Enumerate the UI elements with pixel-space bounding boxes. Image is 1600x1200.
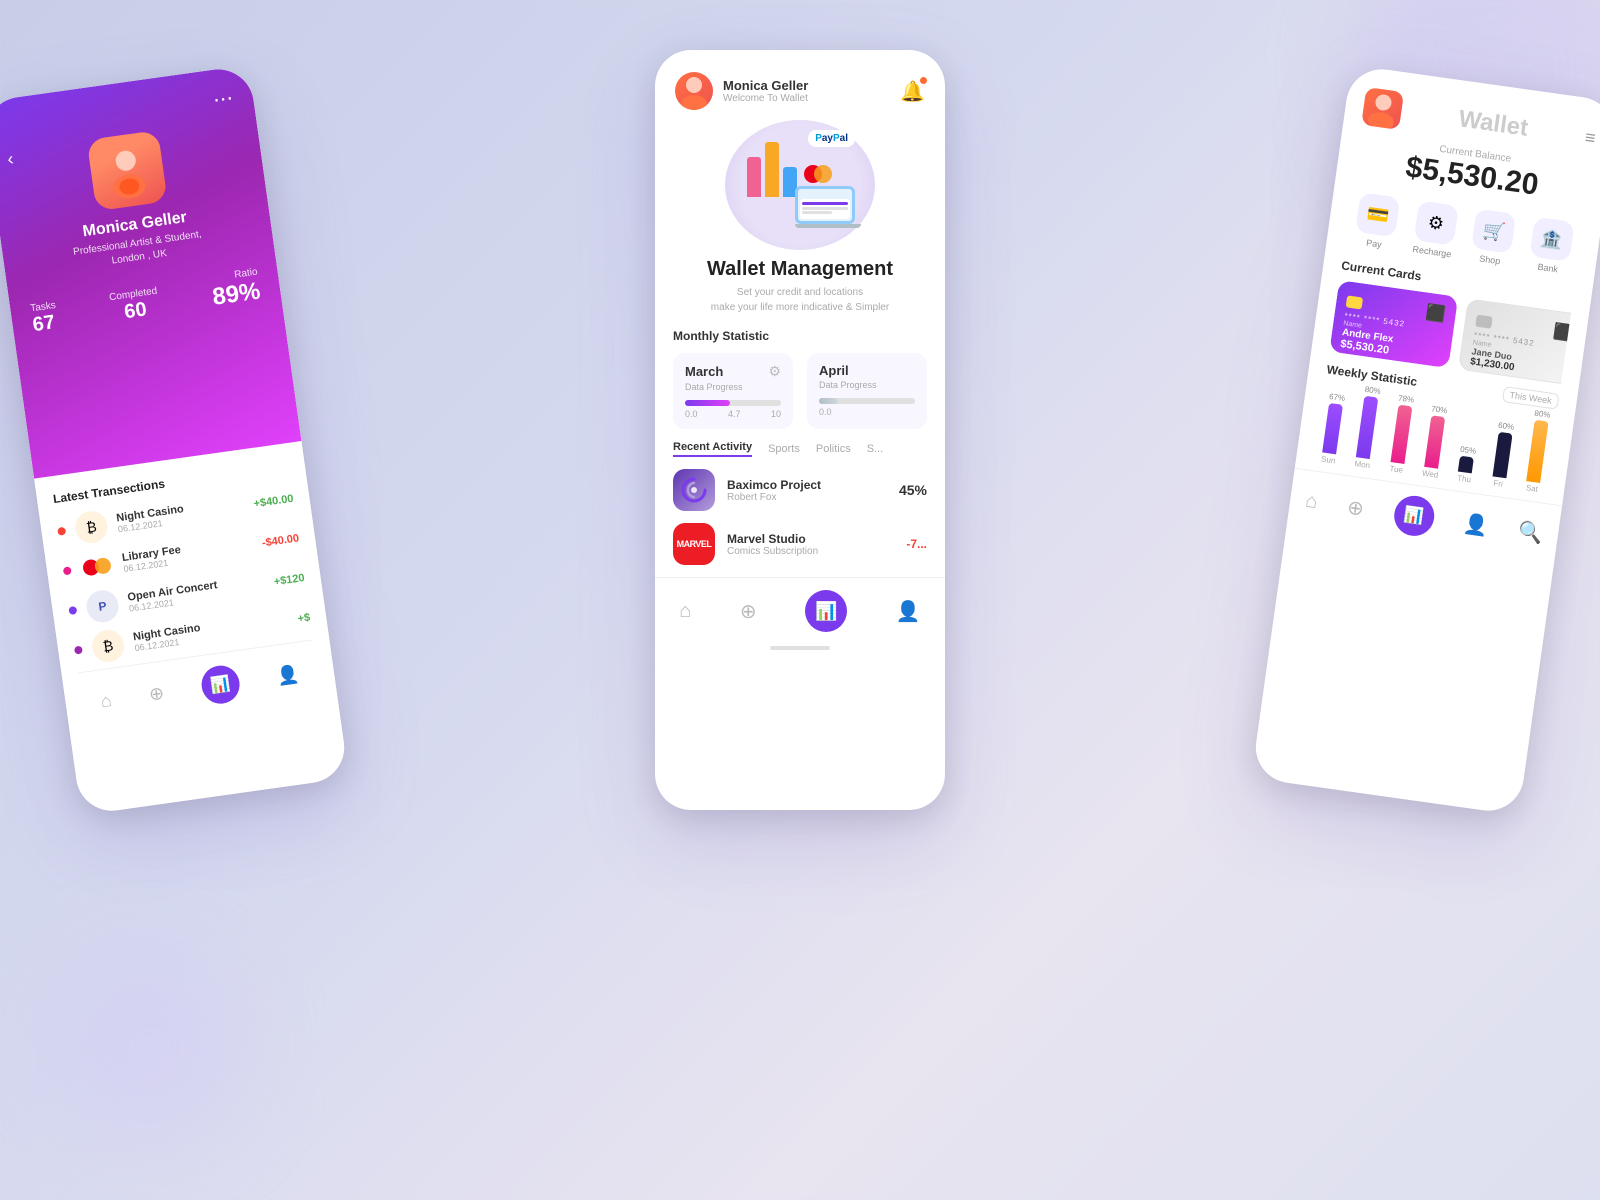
back-icon[interactable]: ‹ <box>6 148 15 170</box>
bg-blob-2 <box>50 950 250 1150</box>
user-nav-icon[interactable]: 👤 <box>1462 510 1490 538</box>
action-recharge[interactable]: ⚙ Recharge <box>1411 200 1458 259</box>
tab-more[interactable]: S... <box>867 443 884 455</box>
options-icon[interactable]: ⋯ <box>211 85 236 113</box>
wallet-illustration: PayPal <box>725 120 875 250</box>
tasks-value: 67 <box>31 311 60 337</box>
search-nav-icon[interactable]: 🔍 <box>1516 518 1544 546</box>
timeline-dot <box>63 566 72 575</box>
home-nav-icon[interactable]: ⌂ <box>679 600 691 623</box>
avatar <box>86 130 167 211</box>
right-phone: Wallet ≡ Current Balance $5,530.20 💳 Pay… <box>1251 65 1600 816</box>
scroll-indicator <box>770 646 830 650</box>
action-shop[interactable]: 🛒 Shop <box>1469 209 1516 268</box>
chart-nav-icon[interactable]: 📊 <box>199 663 242 706</box>
left-phone-header: ⋯ ‹ Monica Geller Professional Artist & … <box>0 65 301 479</box>
tx-icon: ₿ <box>73 509 109 545</box>
home-nav-icon[interactable]: ⌂ <box>1304 489 1319 513</box>
center-phone: Monica Geller Welcome To Wallet 🔔 PayPal <box>655 50 945 810</box>
recent-section: Recent Activity Sports Politics S... Bax… <box>655 429 945 565</box>
bar-sat: 80% Sat <box>1517 408 1557 495</box>
month-card-april: April Data Progress 0.0 <box>807 353 927 429</box>
bar-fri: 60% Fri <box>1483 420 1520 490</box>
settings-icon[interactable]: ⚙ <box>768 363 781 380</box>
activity-amount: 45% <box>899 482 927 498</box>
monthly-label: Monthly Statistic <box>673 329 927 343</box>
right-avatar <box>1361 87 1404 130</box>
wallet-subtitle: Set your credit and locations make your … <box>655 285 945 315</box>
marvel-icon: MARVEL <box>673 523 715 565</box>
weekly-filter[interactable]: This Week <box>1502 386 1560 410</box>
center-user-name: Monica Geller <box>723 78 808 93</box>
bar-thu: 05% Thu <box>1450 444 1483 486</box>
center-header: Monica Geller Welcome To Wallet 🔔 <box>655 50 945 120</box>
center-user-subtitle: Welcome To Wallet <box>723 93 808 104</box>
left-phone: ⋯ ‹ Monica Geller Professional Artist & … <box>0 65 349 816</box>
timeline-dot <box>74 646 83 655</box>
transactions-section: Latest Transections ₿ Night Casino 06.12… <box>34 441 349 815</box>
globe-nav-icon[interactable]: ⊕ <box>148 682 166 705</box>
list-item: Baximco Project Robert Fox 45% <box>673 469 927 511</box>
baximco-icon <box>673 469 715 511</box>
timeline-dot <box>68 606 77 615</box>
user-nav-icon[interactable]: 👤 <box>275 663 300 687</box>
center-bottom-nav: ⌂ ⊕ 📊 👤 <box>655 577 945 642</box>
bell-icon[interactable]: 🔔 <box>900 79 925 104</box>
bar-sun: 67% Sun <box>1314 391 1352 466</box>
action-pay[interactable]: 💳 Pay <box>1353 192 1400 251</box>
wallet-title: Wallet Management <box>655 258 945 281</box>
tab-politics[interactable]: Politics <box>816 443 851 455</box>
action-bank[interactable]: 🏦 Bank <box>1527 217 1574 276</box>
timeline-dot <box>57 527 66 536</box>
chart-nav-icon[interactable]: 📊 <box>1391 493 1436 538</box>
tx-icon: P <box>84 588 120 624</box>
transaction-list: ₿ Night Casino 06.12.2021 +$40.00 Libra <box>56 483 313 667</box>
activity-amount: -7... <box>906 537 927 551</box>
wallet-label: Wallet <box>1457 105 1530 142</box>
globe-nav-icon[interactable]: ⊕ <box>740 599 757 624</box>
tx-icon <box>79 549 115 585</box>
month-card-march: March ⚙ Data Progress 0.04.710 <box>673 353 793 429</box>
monthly-section: Monthly Statistic March ⚙ Data Progress … <box>655 315 945 429</box>
chart-nav-icon[interactable]: 📊 <box>805 590 847 632</box>
bar-tue: 78% Tue <box>1382 393 1421 476</box>
bar-wed: 70% Wed <box>1416 403 1454 480</box>
tab-recent-activity[interactable]: Recent Activity <box>673 441 752 457</box>
recent-tabs: Recent Activity Sports Politics S... <box>673 441 927 457</box>
months-row: March ⚙ Data Progress 0.04.710 April Dat… <box>673 353 927 429</box>
globe-nav-icon[interactable]: ⊕ <box>1346 494 1366 521</box>
center-avatar <box>675 72 713 110</box>
tx-icon: ₿ <box>90 628 126 664</box>
list-item: MARVEL Marvel Studio Comics Subscription… <box>673 523 927 565</box>
tab-sports[interactable]: Sports <box>768 443 800 455</box>
user-nav-icon[interactable]: 👤 <box>896 599 921 624</box>
bar-mon: 80% Mon <box>1348 384 1388 471</box>
hamburger-icon[interactable]: ≡ <box>1584 127 1597 149</box>
home-nav-icon[interactable]: ⌂ <box>99 690 113 712</box>
credit-card-gray[interactable]: ⬛ **** **** 5432 Name Jane Duo $1,230.00 <box>1458 298 1571 384</box>
